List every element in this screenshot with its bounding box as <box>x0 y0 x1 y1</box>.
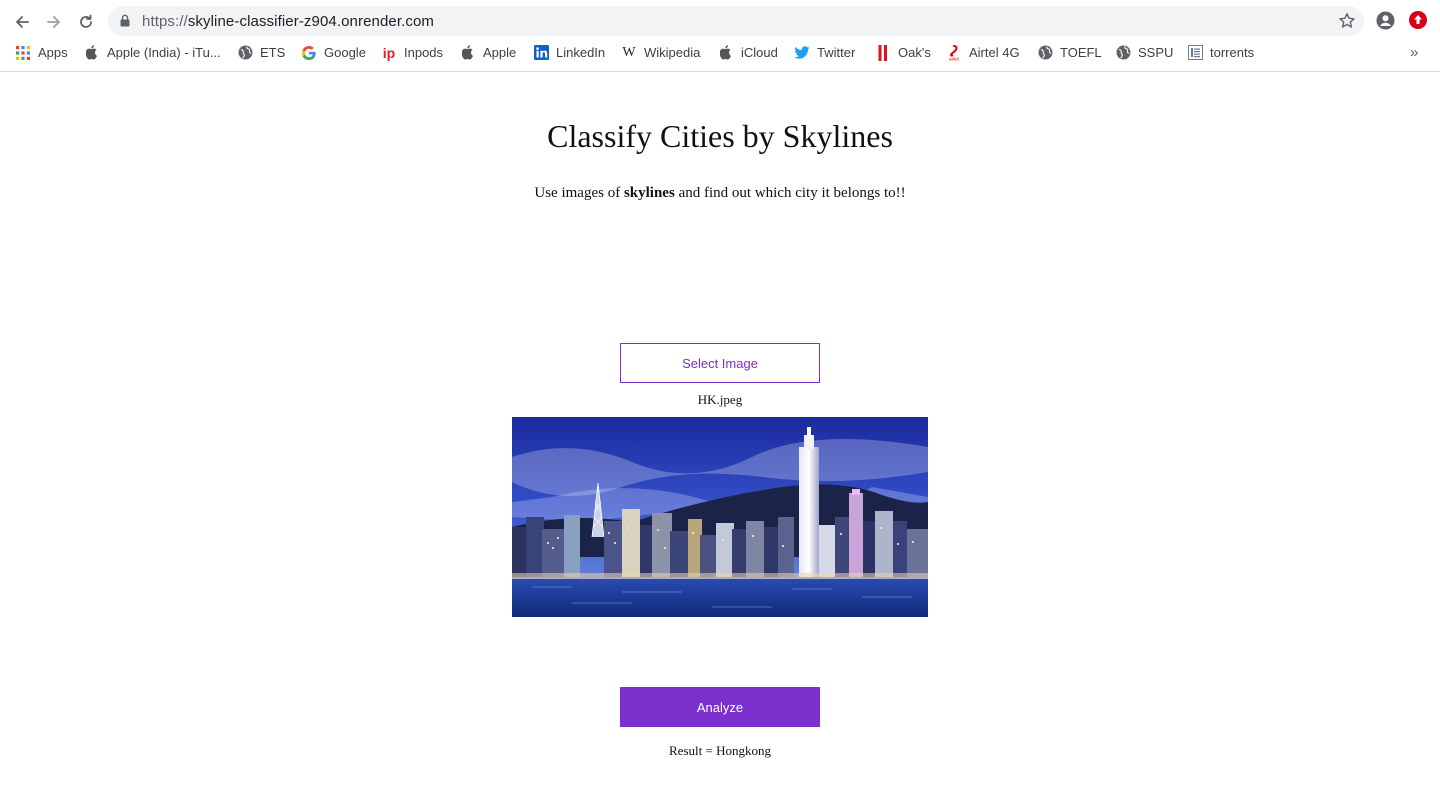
globe-icon <box>1115 45 1131 61</box>
bookmark-label: iCloud <box>741 45 778 60</box>
bookmark-linkedin[interactable]: LinkedIn <box>533 42 605 63</box>
bookmark-toefl[interactable]: TOEFL <box>1037 42 1102 63</box>
profile-icon[interactable] <box>1376 11 1395 30</box>
select-image-button[interactable]: Select Image <box>620 343 820 383</box>
apps-grid-icon <box>15 45 31 61</box>
bookmark-label: torrents <box>1210 45 1255 60</box>
page-title: Classify Cities by Skylines <box>547 118 893 154</box>
address-bar[interactable]: https://skyline-classifier-z904.onrender… <box>108 6 1364 36</box>
reload-button[interactable] <box>72 8 100 36</box>
bookmark-label: Inpods <box>404 45 444 60</box>
bookmark-label: Wikipedia <box>644 45 701 60</box>
bookmark-label: LinkedIn <box>556 45 606 60</box>
analyze-button[interactable]: Analyze <box>620 687 820 727</box>
bookmark-apple[interactable]: Apple <box>460 42 516 63</box>
subtitle-keyword: skylines <box>623 185 675 201</box>
bookmark-wikipedia[interactable]: W Wikipedia <box>621 42 700 63</box>
skyline-photo <box>512 417 928 617</box>
bookmark-label: Apps <box>38 45 68 60</box>
bookmark-torrents[interactable]: torrents <box>1187 42 1254 63</box>
bookmark-twitter[interactable]: Twitter <box>794 42 855 63</box>
oaks-icon <box>875 44 891 61</box>
subtitle-text-after: and find out which city it belongs to!! <box>674 185 906 201</box>
svg-text:airtel: airtel <box>949 56 959 61</box>
url-scheme: https:// <box>142 13 188 30</box>
forward-button[interactable] <box>40 8 68 36</box>
bookmark-apple-india[interactable]: Apple (India) - iTu... <box>84 42 221 63</box>
bookmark-ets[interactable]: ETS <box>237 42 285 63</box>
bookmark-sspu[interactable]: SSPU <box>1115 42 1173 63</box>
bookmark-label: Oak's <box>898 45 931 60</box>
apple-icon <box>460 45 476 61</box>
url-host: skyline-classifier-z904.onrender.com <box>187 13 435 30</box>
extension-icon[interactable] <box>1409 11 1427 29</box>
google-icon <box>301 45 317 61</box>
forward-arrow-icon <box>47 16 60 28</box>
inpods-icon: ip <box>382 44 396 61</box>
bookmark-inpods[interactable]: ip Inpods <box>381 42 443 63</box>
bookmarks-bar: Apps Apple (India) - iTu... ETS Google i… <box>0 42 1440 72</box>
lock-icon <box>120 14 130 27</box>
browser-toolbar: https://skyline-classifier-z904.onrender… <box>0 0 1440 42</box>
back-arrow-icon <box>16 16 29 28</box>
back-button[interactable] <box>8 8 36 36</box>
bookmark-icloud[interactable]: iCloud <box>718 42 778 63</box>
bookmark-label: Airtel 4G <box>969 45 1020 60</box>
globe-icon <box>237 45 253 61</box>
subtitle-text-before: Use images of <box>534 185 624 201</box>
linkedin-icon <box>533 45 549 61</box>
more-bookmarks-button[interactable]: » <box>1410 44 1418 61</box>
twitter-icon <box>794 45 810 61</box>
bookmark-label: Apple <box>483 45 517 60</box>
image-preview <box>512 417 928 617</box>
url-text[interactable]: https://skyline-classifier-z904.onrender… <box>142 13 434 30</box>
bookmark-apps[interactable]: Apps <box>15 42 68 63</box>
bookmark-label: ETS <box>260 45 286 60</box>
selected-filename: HK.jpeg <box>697 392 743 407</box>
bookmark-label: Google <box>324 45 366 60</box>
bookmark-oaks[interactable]: Oak's <box>875 42 931 63</box>
document-icon <box>1187 45 1203 61</box>
result-text: Result = Hongkong <box>669 743 771 758</box>
airtel-icon: airtel <box>946 44 962 61</box>
bookmark-google[interactable]: Google <box>301 42 366 63</box>
bookmark-label: TOEFL <box>1060 45 1102 60</box>
bookmark-airtel[interactable]: airtel Airtel 4G <box>946 42 1020 63</box>
bookmark-label: SSPU <box>1138 45 1174 60</box>
wikipedia-icon: W <box>622 44 636 60</box>
apple-icon <box>718 45 734 61</box>
page-subtitle: Use images of skylines and find out whic… <box>0 185 1440 202</box>
reload-icon <box>80 14 92 28</box>
bookmark-label: Twitter <box>817 45 856 60</box>
apple-icon <box>84 45 100 61</box>
globe-icon <box>1037 45 1053 61</box>
bookmark-star-icon[interactable] <box>1338 12 1356 30</box>
bookmark-label: Apple (India) - iTu... <box>107 45 221 60</box>
